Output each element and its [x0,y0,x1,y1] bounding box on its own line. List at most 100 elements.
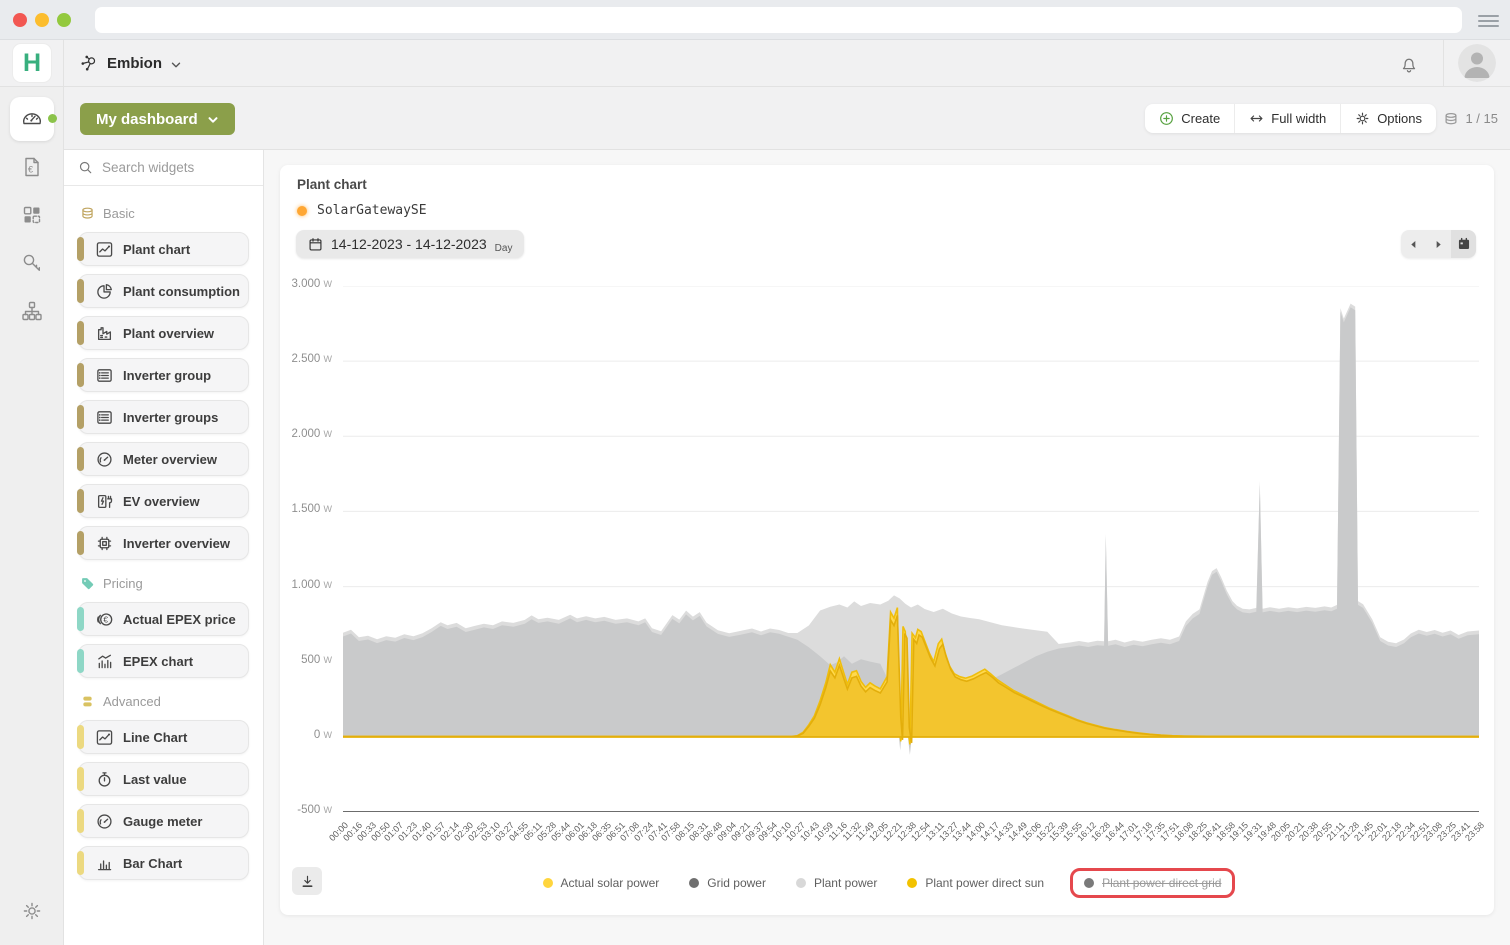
stopwatch-icon [96,771,113,788]
sidebar-item-widgets[interactable] [10,193,54,237]
search-input[interactable] [102,160,249,175]
full-width-button[interactable]: Full width [1234,104,1340,133]
section-label: Advanced [103,694,161,709]
app-header: H Embion [0,40,1510,87]
legend-item-grid-power[interactable]: Grid power [689,876,766,890]
y-axis-label: 2.000 W [280,428,332,440]
y-axis-label: 2.500 W [280,353,332,365]
widget-item-inverter-group[interactable]: Inverter group [78,358,249,392]
list-icon [96,409,113,426]
widget-item-inverter-groups[interactable]: Inverter groups [78,400,249,434]
browser-chrome [0,0,1510,40]
stack-icon [80,694,95,709]
section-header: Advanced [80,694,249,709]
sidebar-item-access-keys[interactable] [10,241,54,285]
chart-y-axis: 3.000 W2.500 W2.000 W1.500 W1.000 W500 W… [280,286,332,812]
widget-item-meter-overview[interactable]: Meter overview [78,442,249,476]
date-range-label: 14-12-2023 - 14-12-2023 [331,236,487,252]
create-button[interactable]: Create [1145,104,1234,133]
sidebar-item-dashboard[interactable] [10,97,54,141]
legend-dot [907,878,917,888]
user-avatar[interactable] [1458,44,1496,82]
app-logo[interactable]: H [13,44,51,82]
dashboard-page-indicator[interactable]: 1 / 15 [1443,104,1498,133]
layers-icon [80,206,95,221]
calendar-picker-button[interactable] [1451,230,1476,258]
widget-item-inverter-overview[interactable]: Inverter overview [78,526,249,560]
legend-item-plant-power-direct-sun[interactable]: Plant power direct sun [907,876,1044,890]
widget-item-bar-chart[interactable]: Bar Chart [78,846,249,880]
header-divider [1443,40,1444,87]
date-range-button[interactable]: 14-12-2023 - 14-12-2023 Day [296,230,524,258]
pie-chart-icon [96,283,113,300]
sidebar-item-hierarchy[interactable] [10,289,54,333]
legend-label: Grid power [707,876,766,890]
widget-item-actual-epex-price[interactable]: € Actual EPEX price [78,602,249,636]
screen: H Embion My dashboard Create [0,0,1510,945]
chart-mixed-icon [96,653,113,670]
section-label: Pricing [103,576,143,591]
widget-item-plant-chart[interactable]: Plant chart [78,232,249,266]
y-axis-label: 1.500 W [280,503,332,515]
date-granularity-label: Day [495,243,513,254]
widget-item-plant-overview[interactable]: Plant overview [78,316,249,350]
create-label: Create [1181,111,1220,126]
legend-dot [796,878,806,888]
sidebar-item-settings[interactable] [10,889,54,933]
widget-item-label: Plant overview [123,326,214,341]
y-axis-label: 3.000 W [280,278,332,290]
widget-item-gauge-meter[interactable]: Gauge meter [78,804,249,838]
calendar-icon [308,237,323,252]
organization-network-icon [78,53,99,74]
dashboard-selector-button[interactable]: My dashboard [80,103,235,135]
window-close-button[interactable] [13,13,27,27]
chart-legend: Actual solar power Grid power Plant power P… [280,868,1494,898]
widget-panel-sections: BasicPlant chartPlant consumptionPlant o… [64,186,263,902]
sidebar-item-billing[interactable]: € [10,145,54,189]
options-button[interactable]: Options [1340,104,1436,133]
widget-item-ev-overview[interactable]: EV overview [78,484,249,518]
widget-item-label: Plant consumption [123,284,240,299]
y-axis-label: 0 W [280,729,332,741]
browser-menu-icon[interactable] [1478,12,1499,28]
widget-section-advanced: Advanced Line Chart Last value Gauge meter B… [78,694,249,880]
widget-item-line-chart[interactable]: Line Chart [78,720,249,754]
legend-item-plant-power[interactable]: Plant power [796,876,877,890]
org-switcher[interactable]: Embion [78,40,182,87]
y-axis-label: 500 W [280,654,332,666]
ev-charger-icon [96,493,113,510]
gear-icon [1355,111,1370,126]
window-maximize-button[interactable] [57,13,71,27]
chevron-down-icon [170,58,182,70]
calendar-icon [1457,237,1471,251]
logo-cell: H [0,40,64,87]
chevron-right-icon [1433,239,1444,250]
logo-letter: H [23,49,41,78]
chart-canvas[interactable] [343,286,1479,812]
widget-section-basic: BasicPlant chartPlant consumptionPlant o… [78,206,249,560]
widget-item-label: Actual EPEX price [123,612,236,627]
plant-chart-widget: Plant chart SolarGatewaySE 14-12-2023 - … [280,165,1494,915]
widget-item-epex-chart[interactable]: EPEX chart [78,644,249,678]
legend-dot [689,878,699,888]
chart-line-icon [96,241,113,258]
widget-panel: BasicPlant chartPlant consumptionPlant o… [64,150,264,945]
next-period-button[interactable] [1426,230,1451,258]
widget-item-last-value[interactable]: Last value [78,762,249,796]
widget-item-label: EV overview [123,494,200,509]
window-minimize-button[interactable] [35,13,49,27]
prev-period-button[interactable] [1401,230,1426,258]
coins-icon: € [96,611,113,628]
widget-title: Plant chart [297,177,367,192]
legend-item-plant-power-direct-grid[interactable]: Plant power direct grid [1084,876,1221,890]
legend-dot [1084,878,1094,888]
widget-item-label: Inverter groups [123,410,218,425]
svg-text:€: € [28,165,33,175]
legend-item-actual-solar-power[interactable]: Actual solar power [543,876,660,890]
notifications-bell-icon[interactable] [1398,53,1420,75]
active-status-dot [48,114,57,123]
address-bar[interactable] [95,7,1462,33]
gauge-icon [96,813,113,830]
widget-item-plant-consumption[interactable]: Plant consumption [78,274,249,308]
date-nav-group [1401,230,1476,258]
